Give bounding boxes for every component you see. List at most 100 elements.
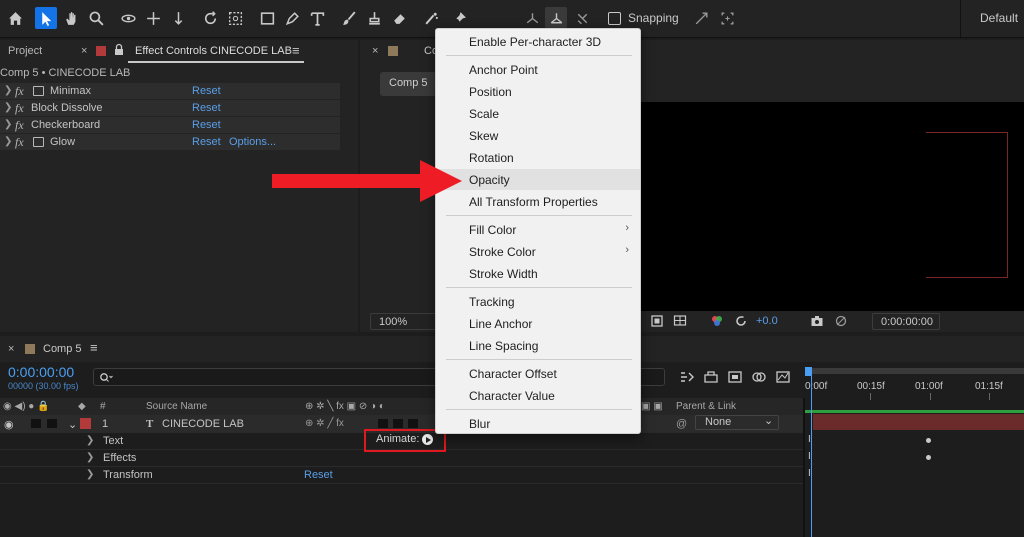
zoom-tool-icon[interactable]	[85, 7, 107, 29]
fx-icon[interactable]: fx	[15, 101, 24, 116]
effect-row-checkerboard[interactable]: ❯ fx Checkerboard Reset	[0, 117, 340, 133]
viewer-current-time[interactable]: 0:00:00:00	[872, 313, 940, 330]
solo-toggle[interactable]	[31, 419, 41, 428]
menu-item-position[interactable]: Position	[436, 81, 640, 102]
show-snapshot-icon[interactable]	[834, 314, 848, 328]
menu-item-blur[interactable]: Blur	[436, 413, 640, 434]
menu-item-enable-per-character-3d[interactable]: Enable Per-character 3D	[436, 31, 640, 52]
menu-item-anchor-point[interactable]: Anchor Point	[436, 59, 640, 80]
type-tool-icon[interactable]	[306, 7, 328, 29]
keyframe-dot[interactable]	[926, 438, 931, 443]
home-icon[interactable]	[4, 7, 26, 29]
axis-world-icon[interactable]	[545, 7, 567, 29]
fx-icon[interactable]: fx	[15, 118, 24, 133]
menu-item-line-anchor[interactable]: Line Anchor	[436, 313, 640, 334]
pen-tool-icon[interactable]	[281, 7, 303, 29]
close-icon[interactable]: ×	[8, 343, 14, 355]
chevron-right-icon[interactable]: ❯	[86, 469, 94, 480]
playhead-handle[interactable]	[805, 367, 812, 376]
switch-box[interactable]	[393, 419, 403, 428]
snap-features-icon[interactable]	[716, 7, 738, 29]
exposure-value[interactable]: +0.0	[756, 315, 778, 327]
column-source-name[interactable]: Source Name	[146, 401, 207, 412]
timeline-split[interactable]	[803, 398, 805, 537]
tab-comp-5[interactable]: Comp 5	[43, 343, 82, 355]
zoom-select[interactable]: 100%	[370, 313, 440, 330]
lock-icon[interactable]	[114, 43, 124, 59]
effect-reset-link[interactable]: Reset	[192, 136, 221, 148]
menu-item-rotation[interactable]: Rotation	[436, 147, 640, 168]
effect-row-block-dissolve[interactable]: ❯ fx Block Dissolve Reset	[0, 100, 340, 116]
switch-box[interactable]	[408, 419, 418, 428]
fx-icon[interactable]: fx	[15, 135, 24, 150]
pan-camera-icon[interactable]	[142, 7, 164, 29]
playhead-line[interactable]	[811, 370, 812, 537]
keyframe-dot[interactable]	[926, 455, 931, 460]
switch-box[interactable]	[378, 419, 388, 428]
chevron-right-icon[interactable]: ❯	[4, 119, 12, 130]
menu-item-line-spacing[interactable]: Line Spacing	[436, 335, 640, 356]
effect-reset-link[interactable]: Reset	[192, 102, 221, 114]
menu-item-character-value[interactable]: Character Value	[436, 385, 640, 406]
grid-guides-icon[interactable]	[673, 314, 687, 328]
roto-brush-icon[interactable]	[420, 7, 442, 29]
chevron-right-icon[interactable]: ❯	[86, 452, 94, 463]
comp-navigator-chip[interactable]: Comp 5	[380, 72, 436, 96]
effect-reset-link[interactable]: Reset	[192, 119, 221, 131]
region-of-interest-icon[interactable]	[650, 314, 664, 328]
axis-view-icon[interactable]	[571, 7, 593, 29]
brush-tool-icon[interactable]	[338, 7, 360, 29]
menu-item-character-offset[interactable]: Character Offset	[436, 363, 640, 384]
menu-item-scale[interactable]: Scale	[436, 103, 640, 124]
channel-icon[interactable]	[710, 314, 724, 328]
comp-flowchart-icon[interactable]	[679, 370, 695, 384]
layer-name[interactable]: CINECODE LAB	[162, 418, 244, 430]
orbit-camera-icon[interactable]	[117, 7, 139, 29]
frame-blending-icon[interactable]	[751, 370, 767, 384]
chevron-down-icon[interactable]: ⌄	[764, 414, 773, 427]
time-ruler[interactable]: 0:00f 00:15f 01:00f 01:15f	[805, 368, 1024, 414]
close-icon[interactable]: ×	[372, 45, 378, 57]
snap-edges-icon[interactable]	[690, 7, 712, 29]
tab-project[interactable]: Project	[8, 45, 42, 57]
draft-3d-icon[interactable]	[703, 370, 719, 384]
selection-tool-icon[interactable]	[35, 7, 57, 29]
workspace-selector[interactable]: Default	[980, 11, 1018, 25]
close-icon[interactable]: ×	[81, 45, 87, 57]
rectangle-tool-icon[interactable]	[256, 7, 278, 29]
puppet-pin-icon[interactable]	[448, 7, 470, 29]
animate-button[interactable]	[422, 434, 433, 445]
tab-effect-controls[interactable]: Effect Controls CINECODE LAB	[135, 45, 292, 57]
dolly-camera-icon[interactable]	[167, 7, 189, 29]
graph-editor-icon[interactable]	[775, 370, 791, 384]
chevron-right-icon[interactable]: ❯	[86, 435, 94, 446]
property-row-transform[interactable]: ❯ Transform Reset	[0, 466, 805, 483]
menu-item-tracking[interactable]: Tracking	[436, 291, 640, 312]
menu-item-opacity[interactable]: Opacity	[436, 169, 640, 190]
menu-item-fill-color[interactable]: Fill Color ›	[436, 219, 640, 240]
exposure-reset-icon[interactable]	[734, 314, 748, 328]
snapshot-icon[interactable]	[810, 314, 824, 328]
transform-reset-link[interactable]: Reset	[304, 469, 333, 481]
axis-local-icon[interactable]	[521, 7, 543, 29]
layer-label-color[interactable]	[80, 418, 91, 429]
clone-stamp-icon[interactable]	[363, 7, 385, 29]
eye-icon[interactable]: ◉	[4, 418, 14, 431]
pan-behind-icon[interactable]	[224, 7, 246, 29]
menu-item-skew[interactable]: Skew	[436, 125, 640, 146]
hide-shy-layers-icon[interactable]	[727, 370, 743, 384]
column-parent-link[interactable]: Parent & Link	[676, 401, 736, 412]
panel-menu-icon[interactable]: ≡	[90, 340, 98, 355]
layer-switches[interactable]: ⊕ ✲ ╱ fx	[305, 418, 344, 429]
chevron-right-icon[interactable]: ❯	[4, 136, 12, 147]
fx-icon[interactable]: fx	[15, 84, 24, 99]
current-time-display[interactable]: 0:00:00:00	[8, 364, 74, 380]
layer-duration-bar[interactable]	[813, 414, 1024, 430]
menu-item-stroke-width[interactable]: Stroke Width	[436, 263, 640, 284]
chevron-right-icon[interactable]: ❯	[4, 102, 12, 113]
effect-options-link[interactable]: Options...	[229, 136, 276, 148]
panel-menu-icon[interactable]: ≡	[292, 43, 300, 58]
effect-row-glow[interactable]: ❯ fx Glow Reset Options...	[0, 134, 340, 150]
chevron-right-icon[interactable]: ❯	[4, 85, 12, 96]
menu-item-all-transform-properties[interactable]: All Transform Properties	[436, 191, 640, 212]
